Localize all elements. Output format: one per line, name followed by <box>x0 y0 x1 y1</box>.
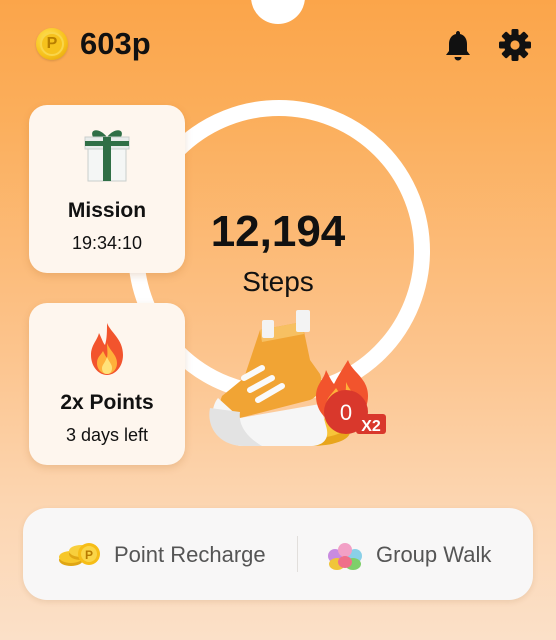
coin-icon: P <box>36 28 68 60</box>
bottom-action-bar: P Point Recharge Group Walk <box>23 508 533 600</box>
step-count: 12,194 <box>210 207 346 256</box>
recharge-coin-symbol: P <box>85 548 93 562</box>
sneaker-illustration[interactable]: 0 X2 <box>200 300 395 460</box>
gift-icon <box>84 130 130 182</box>
boost-count: 0 <box>340 400 352 425</box>
boost-multiplier: X2 <box>361 418 381 435</box>
bar-divider <box>297 536 298 572</box>
flame-icon <box>91 323 123 375</box>
coin-symbol: P <box>46 35 58 52</box>
coins-icon: P <box>59 543 100 566</box>
steps-label: Steps <box>242 266 314 297</box>
mission-card[interactable]: Mission 19:34:10 <box>29 105 185 273</box>
points-balance[interactable]: 603p <box>80 24 151 64</box>
group-walk-label: Group Walk <box>376 542 492 567</box>
bell-icon[interactable] <box>442 28 474 62</box>
mission-title: Mission <box>67 199 147 222</box>
point-recharge-button[interactable]: P Point Recharge <box>57 508 287 600</box>
double-points-duration: 3 days left <box>65 425 149 445</box>
double-points-card[interactable]: 2x Points 3 days left <box>29 303 185 465</box>
gear-icon[interactable] <box>498 28 532 62</box>
double-points-title: 2x Points <box>60 391 154 414</box>
mission-timer: 19:34:10 <box>71 233 143 253</box>
header: P 603p <box>0 0 556 90</box>
group-walk-button[interactable]: Group Walk <box>323 508 523 600</box>
point-recharge-label: Point Recharge <box>114 542 266 567</box>
group-walk-icon <box>328 543 362 570</box>
